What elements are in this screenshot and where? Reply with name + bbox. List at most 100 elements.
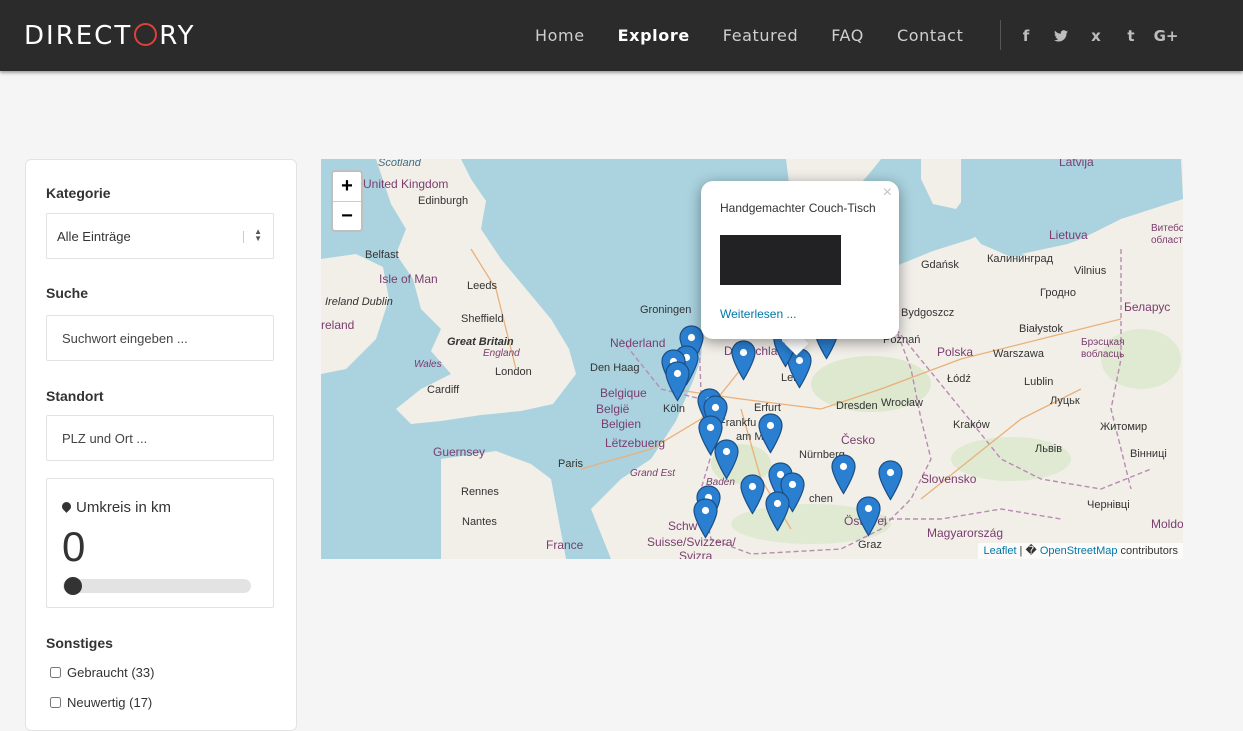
place-label: Gdańsk [921,259,959,271]
place-label: England [483,348,520,359]
place-label: Cardiff [427,384,460,396]
place-label: Belfast [365,249,399,261]
map-popup: × Handgemachter Couch-Tisch Weiterlesen … [701,181,899,339]
top-navbar: DIRECT RY Home Explore Featured FAQ Conta… [0,0,1243,71]
google-plus-icon[interactable]: G+ [1154,24,1179,48]
location-label: Standort [46,388,104,404]
nav-featured[interactable]: Featured [723,26,798,45]
place-label: Białystok [1019,323,1064,335]
checkbox-used-row[interactable]: Gebraucht (33) [46,665,154,680]
radius-slider-track[interactable] [63,579,251,593]
category-label: Kategorie [46,185,111,201]
place-label: Svizra [679,549,713,559]
checkbox-used-label: Gebraucht (33) [67,665,155,680]
tumblr-icon[interactable]: t [1119,24,1143,48]
osm-link[interactable]: OpenStreetMap [1040,545,1118,557]
place-label: Bydgoszcz [901,307,955,319]
popup-close-icon[interactable]: × [883,184,892,202]
filter-sidebar: Kategorie Alle Einträge ▲▼ Suche Standor… [25,159,297,731]
nav-contact[interactable]: Contact [897,26,963,45]
place-label: Nantes [462,516,497,528]
place-label: United Kingdom [363,177,449,191]
popup-title: Handgemachter Couch-Tisch [720,201,876,215]
directory-logo[interactable]: DIRECT RY [24,19,196,53]
location-input[interactable] [46,415,274,461]
leaflet-link[interactable]: Leaflet [983,545,1016,557]
place-label: London [495,366,532,378]
place-label: Scotland [378,159,421,169]
map-marker-icon [60,500,73,513]
map-marker-icon[interactable] [693,498,718,539]
social-links: f x t G+ [1014,0,1189,71]
map-marker-icon[interactable] [665,361,690,402]
attribution-suffix: contributors [1117,545,1178,557]
place-label: Dresden [836,400,878,412]
place-label: Витебская области [1151,223,1183,246]
search-input[interactable] [46,315,274,361]
place-label: Sheffield [461,313,504,325]
twitter-icon[interactable] [1049,24,1073,48]
place-label: France [546,538,584,552]
place-label: Wrocław [881,397,923,409]
xing-icon[interactable]: x [1084,24,1108,48]
place-label: Belgien [601,417,642,431]
place-label: Leeds [467,280,497,292]
radius-value: 0 [62,523,86,570]
map-marker-icon[interactable] [831,454,856,495]
radius-box: Umkreis in km 0 [46,478,274,608]
search-label: Suche [46,285,89,301]
nav-home[interactable]: Home [535,26,585,45]
map-marker-icon[interactable] [878,460,903,501]
place-label: chen [809,493,833,505]
nav-divider [1000,20,1001,50]
place-label: Ireland Dublin [325,296,393,308]
facebook-icon[interactable]: f [1014,24,1038,48]
place-label: Den Haag [590,362,640,374]
popup-read-more-link[interactable]: Weiterlesen ... [720,307,796,321]
zoom-control: + − [331,170,363,232]
map-marker-icon[interactable] [765,491,790,532]
place-label: Belgique [600,386,647,400]
checkbox-like-new[interactable] [50,697,61,708]
place-label: Paris [558,458,584,470]
main-nav: Home Explore Featured FAQ Contact [535,0,996,71]
checkbox-like-new-label: Neuwertig (17) [67,695,153,710]
place-label: Grand Est [630,468,676,479]
map-marker-icon[interactable] [714,439,739,480]
nav-faq[interactable]: FAQ [831,26,864,45]
map-attribution: Leaflet | � OpenStreetMap contributors [978,543,1183,559]
place-label: Latvija [1059,159,1094,169]
place-label: Житомир [1100,421,1148,433]
logo-ring-icon [134,23,158,46]
attribution-separator: | � [1016,545,1040,557]
checkbox-like-new-row[interactable]: Neuwertig (17) [46,695,152,710]
place-label: Lublin [1024,376,1054,388]
select-separator [243,231,244,243]
map-marker-icon[interactable] [856,496,881,537]
category-select[interactable]: Alle Einträge ▲ ▼ [46,213,274,259]
place-label: Slovensko [921,472,977,486]
popup-image[interactable] [720,235,841,285]
place-label: Warszawa [993,348,1044,360]
place-label: Edinburgh [418,195,469,207]
checkbox-used[interactable] [50,667,61,678]
place-label: Suisse/Svizzera/ [647,535,736,549]
map-marker-icon[interactable] [740,474,765,515]
nav-explore[interactable]: Explore [618,26,690,45]
radius-slider-handle[interactable] [64,577,82,595]
place-label: Vilnius [1074,265,1107,277]
map-marker-icon[interactable] [731,340,756,381]
place-label: Köln [663,403,686,415]
place-label: Moldov [1151,517,1183,531]
place-label: Guernsey [433,445,486,459]
place-label: Isle of Man [379,272,438,286]
zoom-in-button[interactable]: + [333,172,361,201]
place-label: Magyarország [927,526,1004,540]
radius-title: Umkreis in km [60,499,171,516]
place-label: Polska [937,345,974,359]
zoom-out-button[interactable]: − [333,201,361,231]
place-label: Česko [841,433,876,447]
map-marker-icon[interactable] [758,413,783,454]
place-label: Łódź [947,373,971,385]
map-view[interactable]: Scotland Edinburgh United Kingdom Belfas… [321,159,1183,559]
